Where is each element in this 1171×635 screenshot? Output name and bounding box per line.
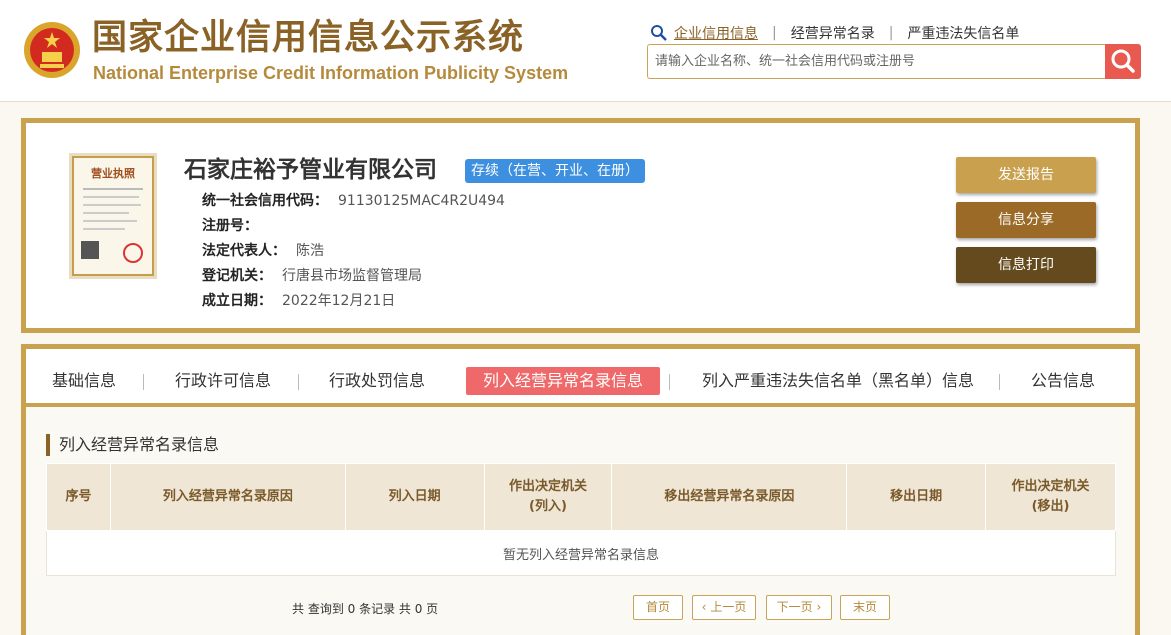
top-nav: 企业信用信息 | 经营异常名录 | 严重违法失信名单 <box>650 23 1019 43</box>
tab-admin-penalty[interactable]: 行政处罚信息 <box>329 367 425 395</box>
nav-serious-violation-list[interactable]: 严重违法失信名单 <box>907 23 1019 43</box>
first-page-button[interactable]: 首页 <box>633 595 683 620</box>
tab-bar: 基础信息 行政许可信息 行政处罚信息 列入经营异常名录信息 列入严重违法失信名单… <box>26 349 1135 407</box>
section-title: 列入经营异常名录信息 <box>46 434 219 456</box>
tab-divider <box>143 374 144 390</box>
col-seq: 序号 <box>46 463 111 531</box>
last-page-button[interactable]: 末页 <box>840 595 890 620</box>
field-value: 91130125MAC4R2U494 <box>338 193 505 209</box>
col-list-date: 列入日期 <box>344 463 485 531</box>
site-title-cn: 国家企业信用信息公示系统 <box>92 18 525 58</box>
search-button[interactable] <box>1105 44 1141 79</box>
svg-text:营业执照: 营业执照 <box>91 166 135 180</box>
col-remove-reason: 移出经营异常名录原因 <box>611 463 848 531</box>
abnormal-list-table: 序号 列入经营异常名录原因 列入日期 作出决定机关 (列入) 移出经营异常名录原… <box>46 463 1116 576</box>
share-info-button[interactable]: 信息分享 <box>956 202 1096 238</box>
tab-basic-info[interactable]: 基础信息 <box>52 367 116 395</box>
nav-divider: | <box>888 25 894 41</box>
search-icon <box>1111 49 1135 73</box>
table-row: 暂无列入经营异常名录信息 <box>46 530 1116 576</box>
tab-abnormal-list[interactable]: 列入经营异常名录信息 <box>466 367 661 395</box>
tab-divider <box>999 374 1000 390</box>
field-label: 统一社会信用代码： <box>202 193 328 209</box>
site-header: 国家企业信用信息公示系统 National Enterprise Credit … <box>0 0 1171 102</box>
search-input[interactable]: 请输入企业名称、统一社会信用代码或注册号 <box>647 44 1106 79</box>
field-label: 登记机关： <box>202 268 272 284</box>
tab-announcements[interactable]: 公告信息 <box>1031 367 1095 395</box>
table-header-row: 序号 列入经营异常名录原因 列入日期 作出决定机关 (列入) 移出经营异常名录原… <box>46 463 1116 531</box>
info-established-date: 成立日期： 2022年12月21日 <box>202 291 395 311</box>
next-page-button[interactable]: 下一页 › <box>766 595 832 620</box>
col-list-reason: 列入经营异常名录原因 <box>109 463 346 531</box>
info-reg-number: 注册号： <box>202 216 268 236</box>
chevron-right-icon: › <box>816 600 822 614</box>
tab-admin-license[interactable]: 行政许可信息 <box>175 367 271 395</box>
info-credit-code: 统一社会信用代码： 91130125MAC4R2U494 <box>202 191 505 211</box>
chevron-left-icon: ‹ <box>701 600 707 614</box>
status-badge: 存续（在营、开业、在册） <box>465 159 645 183</box>
info-panel: 基础信息 行政许可信息 行政处罚信息 列入经营异常名录信息 列入严重违法失信名单… <box>21 344 1140 635</box>
col-list-authority: 作出决定机关 (列入) <box>483 463 613 531</box>
field-value: 行唐县市场监督管理局 <box>282 268 422 284</box>
company-card: 营业执照 石家庄裕予管业有限公司 存续（在营、开业、在册） 统一社会信用代码： 9… <box>21 118 1140 333</box>
info-reg-authority: 登记机关： 行唐县市场监督管理局 <box>202 266 422 286</box>
field-label: 注册号： <box>202 218 258 234</box>
company-name: 石家庄裕予管业有限公司 <box>184 157 437 183</box>
site-title-en: National Enterprise Credit Information P… <box>93 63 569 83</box>
tab-blacklist[interactable]: 列入严重违法失信名单（黑名单）信息 <box>702 367 974 395</box>
prev-page-button[interactable]: ‹ 上一页 <box>692 595 756 620</box>
field-value: 2022年12月21日 <box>282 293 396 309</box>
nav-credit-info[interactable]: 企业信用信息 <box>674 23 758 43</box>
info-legal-rep: 法定代表人： 陈浩 <box>202 241 324 261</box>
field-label: 法定代表人： <box>202 243 286 259</box>
prev-page-label: 上一页 <box>710 600 747 614</box>
send-report-button[interactable]: 发送报告 <box>956 157 1096 193</box>
field-label: 成立日期： <box>202 293 272 309</box>
nav-divider: | <box>772 25 777 41</box>
empty-message: 暂无列入经营异常名录信息 <box>46 530 1116 576</box>
tab-divider <box>298 374 299 390</box>
business-license-image: 营业执照 <box>69 153 157 279</box>
pager-summary: 共 查询到 0 条记录 共 0 页 <box>292 602 439 616</box>
col-remove-authority: 作出决定机关 (移出) <box>985 463 1116 531</box>
nav-abnormal-list[interactable]: 经营异常名录 <box>791 23 875 43</box>
magnifier-icon <box>651 25 667 41</box>
tab-divider <box>669 374 670 390</box>
field-value: 陈浩 <box>296 243 324 259</box>
print-info-button[interactable]: 信息打印 <box>956 247 1096 283</box>
next-page-label: 下一页 <box>776 600 813 614</box>
national-emblem-icon <box>24 22 80 78</box>
col-remove-date: 移出日期 <box>846 463 987 531</box>
